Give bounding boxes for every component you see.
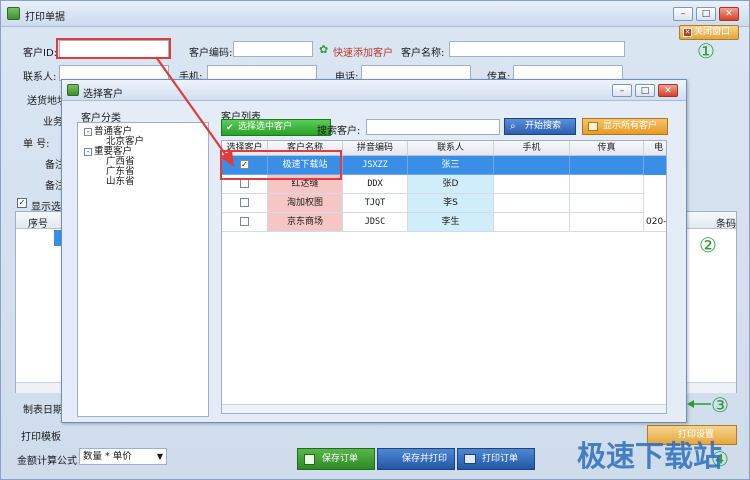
barcode-header: 条码 — [716, 219, 736, 230]
contact-cell: 李S — [408, 194, 494, 213]
start-search-label: 开始搜索 — [525, 121, 562, 131]
made-date-label: 制表日期 — [23, 405, 63, 416]
pinyin-cell: TJQT — [343, 194, 408, 213]
chevron-down-icon: ▼ — [156, 452, 163, 461]
close-window-button[interactable]: ✕ 关闭窗口 — [679, 25, 739, 40]
contact-cell: 张D — [408, 175, 494, 194]
quick-add-customer-link[interactable]: 快速添加客户 — [333, 44, 393, 59]
amount-formula-value: 数量 * 单价 — [83, 451, 132, 462]
start-search-button[interactable]: ⌕ 开始搜索 — [504, 118, 576, 135]
mobile-cell — [494, 213, 570, 232]
customer-code-input[interactable] — [233, 41, 313, 57]
close-x-icon: ✕ — [683, 28, 692, 37]
select-customer-label: 选择选中客户 — [238, 122, 293, 132]
save-order-button[interactable]: 保存订单 — [297, 448, 375, 470]
printer-icon — [464, 454, 476, 464]
contact-cell: 张三 — [408, 156, 494, 175]
dialog-icon — [67, 84, 79, 96]
row-checkbox[interactable] — [240, 198, 249, 207]
col-header-tel[interactable]: 电 — [644, 141, 666, 156]
row-checkbox-cell[interactable] — [222, 194, 268, 213]
col-header-mobile[interactable]: 手机 — [494, 141, 570, 156]
tree-node-label: 山东省 — [106, 176, 135, 187]
contact-label: 联系人: — [23, 72, 57, 83]
customer-id-label: 客户ID: — [23, 48, 58, 59]
annotation-1: ① — [697, 39, 715, 63]
order-number-label: 单 号: — [23, 139, 50, 150]
list-icon — [588, 122, 598, 131]
dialog-maximize-icon[interactable]: □ — [635, 84, 655, 97]
save-icon — [304, 454, 315, 465]
show-all-label: 显示所有客户 — [603, 121, 658, 131]
print-order-label: 打印订单 — [482, 454, 519, 464]
annotation-arrow — [155, 56, 234, 167]
pinyin-cell: JDSC — [343, 213, 408, 232]
show-all-customers-button[interactable]: 显示所有客户 — [582, 118, 668, 135]
pinyin-cell: DDX — [343, 175, 408, 194]
mobile-cell — [494, 194, 570, 213]
row-checkbox[interactable] — [240, 217, 249, 226]
mobile-cell — [494, 175, 570, 194]
amount-formula-label: 金额计算公式 — [17, 456, 77, 467]
pinyin-cell: JSXZZ — [343, 156, 408, 175]
annotation-2: ② — [699, 233, 717, 257]
row-number-header: 序号 — [28, 219, 48, 230]
print-order-button[interactable]: 打印订单 — [457, 448, 535, 470]
dialog-close-icon[interactable]: ✕ — [658, 84, 678, 97]
row-checkbox[interactable] — [240, 179, 249, 188]
search-icon: ⌕ — [510, 121, 516, 132]
mobile-cell — [494, 156, 570, 175]
collapse-icon[interactable]: - — [84, 147, 92, 156]
minimize-icon[interactable]: – — [673, 7, 693, 21]
fax-cell — [570, 156, 644, 175]
show-option-checkbox[interactable]: ✓ — [17, 198, 27, 208]
add-customer-icon: ✿ — [319, 43, 329, 56]
collapse-icon[interactable]: - — [84, 127, 92, 136]
tree-node-shandong[interactable]: 山东省 — [106, 176, 135, 187]
dialog-title: 选择客户 — [83, 89, 123, 100]
search-customer-input[interactable] — [366, 119, 500, 135]
salesman-label: 业务 — [43, 117, 63, 128]
col-header-contact[interactable]: 联系人 — [408, 141, 494, 156]
annotation-3: ③ — [711, 393, 729, 417]
close-icon[interactable]: ✕ — [719, 7, 739, 21]
fax-cell — [570, 194, 644, 213]
dialog-minimize-icon[interactable]: – — [612, 84, 632, 97]
watermark: 极速下载站 — [577, 439, 723, 473]
col-header-fax[interactable]: 传真 — [570, 141, 644, 156]
window-titlebar: 打印单据 – □ ✕ — [1, 1, 749, 27]
window-title: 打印单据 — [25, 12, 65, 23]
annotation-3-arrow — [687, 400, 711, 408]
maximize-icon[interactable]: □ — [696, 7, 716, 21]
save-and-print-label: 保存并打印 — [402, 454, 448, 464]
close-window-label: 关闭窗口 — [694, 27, 731, 37]
search-customer-label: 搜索客户: — [317, 126, 361, 137]
fax-cell — [570, 213, 644, 232]
customer-name-label: 客户名称: — [401, 48, 445, 59]
app-icon — [7, 7, 20, 20]
amount-formula-select[interactable]: 数量 * 单价 ▼ — [79, 448, 167, 465]
customer-name-cell: 淘加权图 — [268, 194, 343, 213]
save-and-print-button[interactable]: 保存并打印 — [377, 448, 455, 470]
contact-cell: 李生 — [408, 213, 494, 232]
print-template-label: 打印模板 — [21, 432, 61, 443]
col-header-pinyin[interactable]: 拼音编码 — [343, 141, 408, 156]
tel-cell: 020-6 — [644, 213, 666, 232]
row-checkbox-cell[interactable] — [222, 213, 268, 232]
save-order-label: 保存订单 — [322, 454, 359, 464]
fax-cell — [570, 175, 644, 194]
customer-grid: 选择客户 客户名称 拼音编码 联系人 手机 传真 电 ✓ 极速下载站 JSXZZ… — [221, 140, 667, 414]
customer-name-input[interactable] — [449, 41, 625, 57]
grid-scrollbar[interactable] — [222, 404, 666, 413]
customer-name-cell: 京东商场 — [268, 213, 343, 232]
